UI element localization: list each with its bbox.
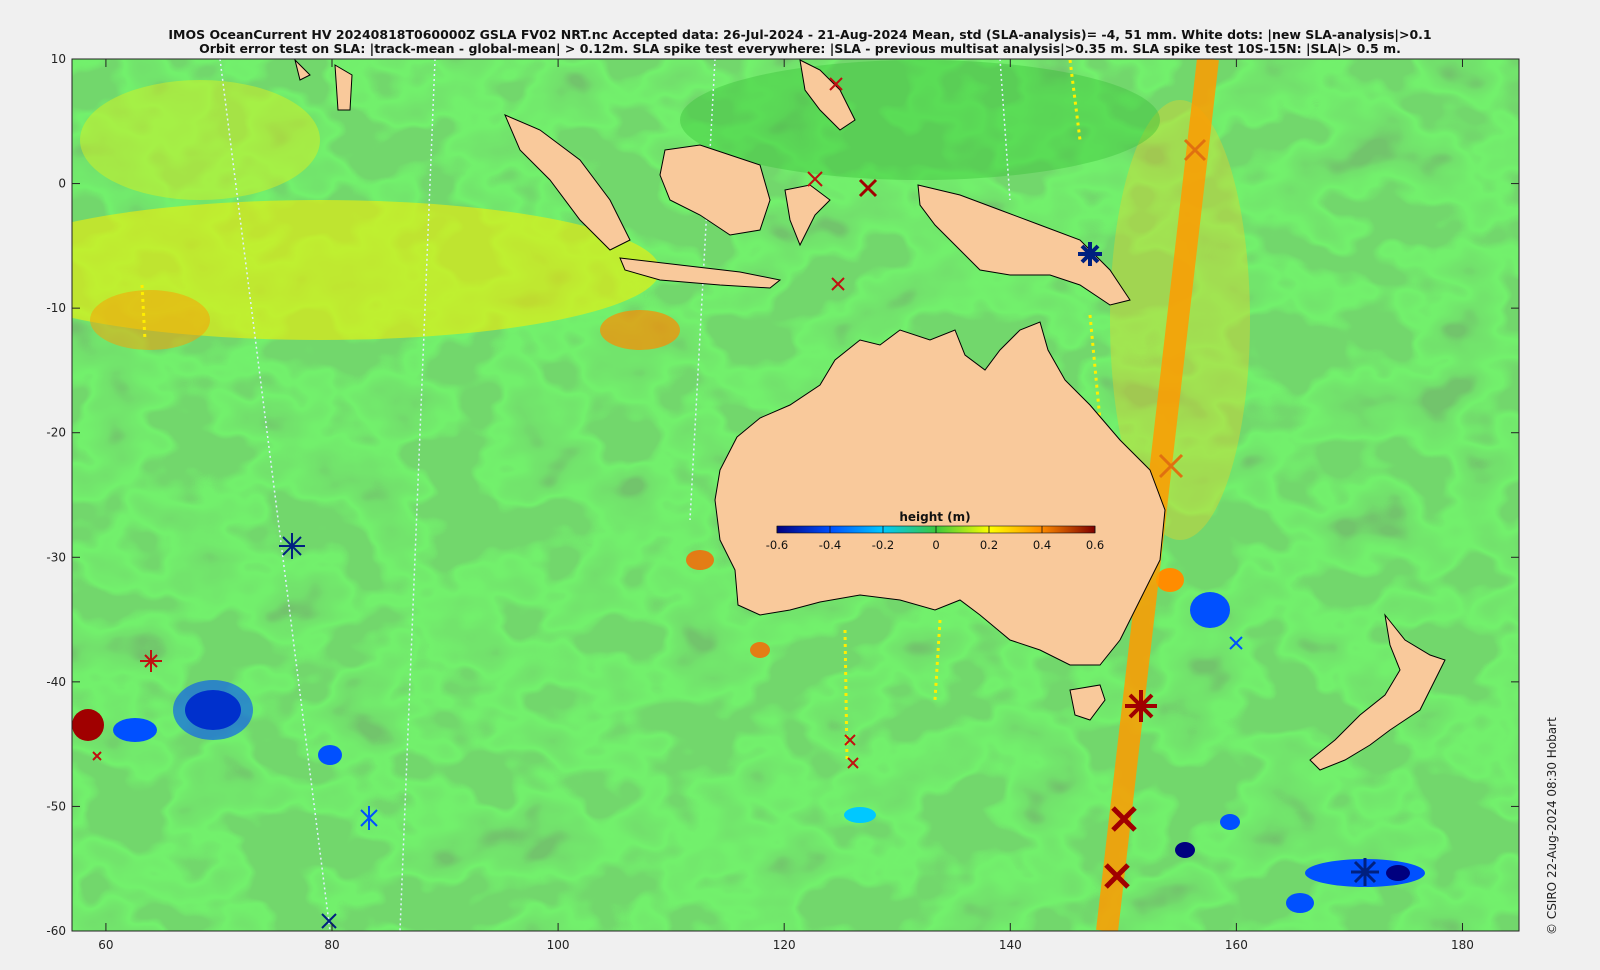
x-tick-label: 120 xyxy=(773,938,796,952)
colorbar-label: 0.4 xyxy=(1033,538,1051,552)
y-tick-label: -60 xyxy=(46,924,66,938)
colorbar-label: 0 xyxy=(932,538,939,552)
y-tick-label: -20 xyxy=(46,426,66,440)
colorbar-label: -0.6 xyxy=(766,538,788,552)
y-tick-label: 0 xyxy=(58,177,66,191)
map-plot: 60 80 100 120 140 160 180 10 0 -10 -20 -30 -40 -50 -6… xyxy=(0,0,1600,970)
x-tick-label: 160 xyxy=(1225,938,1248,952)
y-tick-label: -40 xyxy=(46,675,66,689)
colorbar-label: 0.6 xyxy=(1086,538,1104,552)
colorbar-label: 0.2 xyxy=(980,538,998,552)
colorbar-title: height (m) xyxy=(899,510,970,524)
credit-text: © CSIRO 22-Aug-2024 08:30 Hobart xyxy=(1545,717,1559,935)
y-tick-label: -10 xyxy=(46,301,66,315)
x-tick-label: 180 xyxy=(1451,938,1474,952)
x-tick-label: 60 xyxy=(98,938,113,952)
y-tick-label: -30 xyxy=(46,550,66,564)
colorbar-label: -0.4 xyxy=(819,538,841,552)
sla-field xyxy=(72,59,1519,931)
x-tick-label: 140 xyxy=(999,938,1022,952)
colorbar-label: -0.2 xyxy=(872,538,894,552)
x-tick-label: 80 xyxy=(324,938,339,952)
y-tick-label: -50 xyxy=(46,799,66,813)
x-tick-label: 100 xyxy=(547,938,570,952)
y-tick-label: 10 xyxy=(51,52,66,66)
